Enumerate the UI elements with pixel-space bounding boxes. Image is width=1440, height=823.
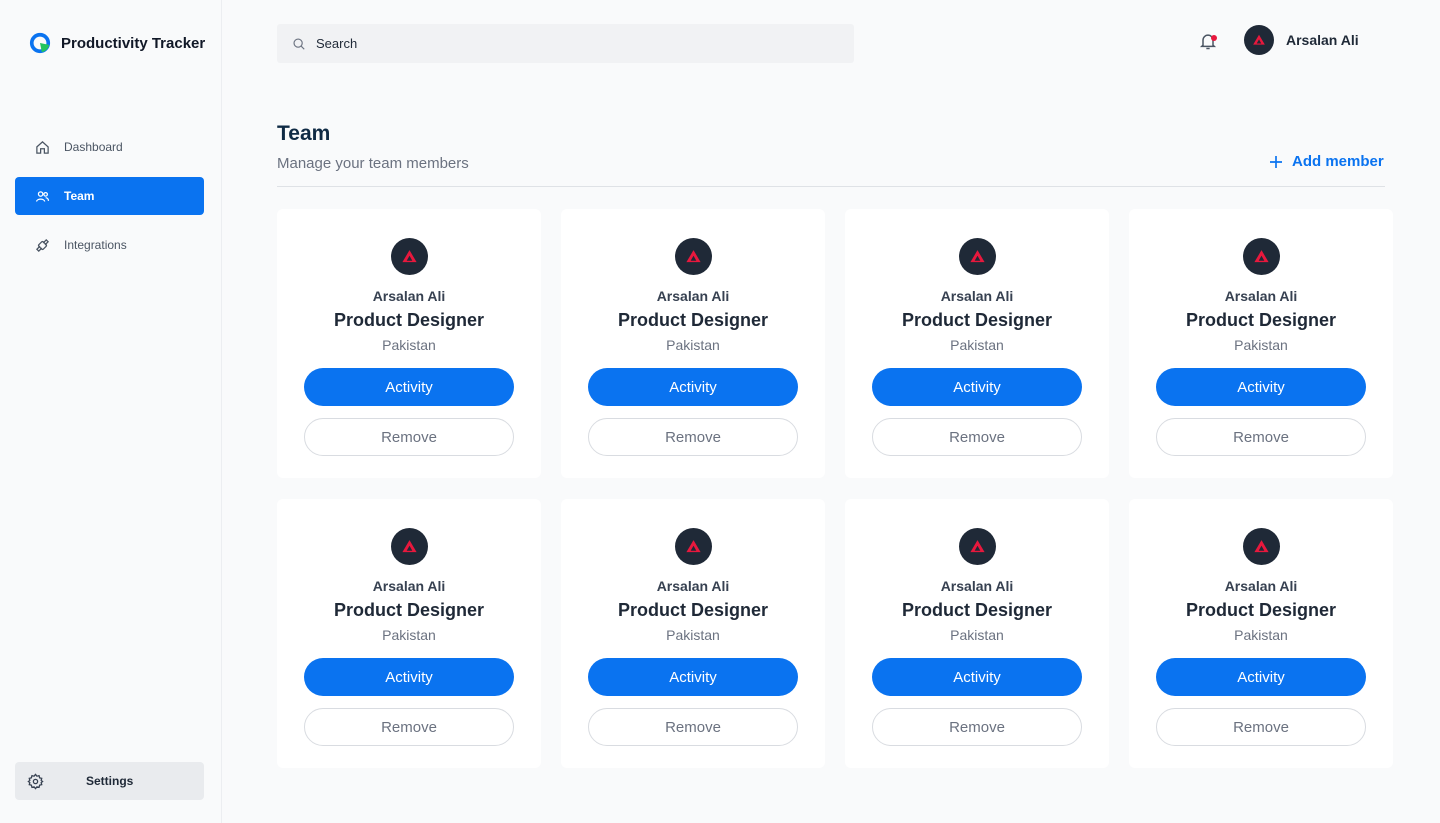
integrations-icon	[35, 238, 50, 252]
avatar	[1242, 238, 1280, 275]
home-icon	[36, 140, 49, 154]
activity-button[interactable]: Activity	[588, 368, 798, 406]
activity-button[interactable]: Activity	[872, 658, 1082, 696]
avatar	[390, 528, 428, 565]
header-divider	[277, 186, 1385, 187]
member-role: Product Designer	[901, 600, 1053, 620]
brand-logo-icon	[401, 250, 417, 263]
member-card: Arsalan Ali Product Designer Pakistan Ac…	[561, 209, 825, 478]
remove-button[interactable]: Remove	[872, 708, 1082, 746]
brand-logo-icon	[1253, 34, 1265, 45]
settings-button[interactable]: Settings	[15, 762, 204, 800]
member-card: Arsalan Ali Product Designer Pakistan Ac…	[845, 209, 1109, 478]
sidebar: Productivity Tracker Dashboard Team Inte…	[0, 0, 222, 823]
page-title: Team	[277, 122, 331, 145]
bell-icon[interactable]	[1198, 31, 1218, 51]
settings-label: Settings	[86, 774, 134, 788]
brand-logo-icon	[685, 250, 701, 263]
sidebar-item-dashboard[interactable]: Dashboard	[15, 128, 204, 166]
member-card: Arsalan Ali Product Designer Pakistan Ac…	[1129, 499, 1393, 768]
brand-logo-icon	[969, 540, 985, 553]
remove-button[interactable]: Remove	[872, 418, 1082, 456]
activity-button[interactable]: Activity	[1156, 658, 1366, 696]
remove-button[interactable]: Remove	[304, 708, 514, 746]
app-name: Productivity Tracker	[61, 34, 206, 52]
remove-button[interactable]: Remove	[304, 418, 514, 456]
member-name: Arsalan Ali	[656, 578, 730, 594]
member-card: Arsalan Ali Product Designer Pakistan Ac…	[561, 499, 825, 768]
sidebar-item-label: Team	[64, 189, 95, 203]
member-role: Product Designer	[617, 600, 769, 620]
avatar	[390, 238, 428, 275]
team-icon	[35, 190, 50, 202]
search-input[interactable]: Search	[277, 24, 854, 63]
brand-logo-icon	[969, 250, 985, 263]
remove-button[interactable]: Remove	[1156, 418, 1366, 456]
brand-logo-icon	[1253, 540, 1269, 553]
member-role: Product Designer	[1185, 600, 1337, 620]
member-name: Arsalan Ali	[940, 288, 1014, 304]
add-member-label: Add member	[1292, 153, 1384, 170]
avatar	[958, 238, 996, 275]
member-name: Arsalan Ali	[372, 578, 446, 594]
search-icon	[293, 37, 305, 50]
member-country: Pakistan	[666, 627, 720, 643]
member-name: Arsalan Ali	[940, 578, 1014, 594]
avatar	[674, 528, 712, 565]
avatar	[1242, 528, 1280, 565]
avatar	[958, 528, 996, 565]
member-name: Arsalan Ali	[656, 288, 730, 304]
member-country: Pakistan	[950, 337, 1004, 353]
remove-button[interactable]: Remove	[1156, 708, 1366, 746]
user-name: Arsalan Ali	[1286, 32, 1359, 48]
member-country: Pakistan	[382, 337, 436, 353]
member-card: Arsalan Ali Product Designer Pakistan Ac…	[277, 499, 541, 768]
member-country: Pakistan	[666, 337, 720, 353]
notification-dot	[1211, 35, 1217, 41]
member-country: Pakistan	[950, 627, 1004, 643]
member-name: Arsalan Ali	[1224, 288, 1298, 304]
activity-button[interactable]: Activity	[304, 368, 514, 406]
remove-button[interactable]: Remove	[588, 418, 798, 456]
page-subtitle: Manage your team members	[277, 155, 469, 172]
sidebar-item-team[interactable]: Team	[15, 177, 204, 215]
user-profile[interactable]: Arsalan Ali	[1244, 25, 1359, 55]
activity-button[interactable]: Activity	[588, 658, 798, 696]
member-role: Product Designer	[617, 310, 769, 330]
member-country: Pakistan	[1234, 627, 1288, 643]
member-card: Arsalan Ali Product Designer Pakistan Ac…	[845, 499, 1109, 768]
member-name: Arsalan Ali	[372, 288, 446, 304]
remove-button[interactable]: Remove	[588, 708, 798, 746]
sidebar-nav: Dashboard Team Integrations	[15, 128, 204, 275]
plus-icon	[1270, 155, 1282, 168]
add-member-button[interactable]: Add member	[1268, 153, 1384, 170]
member-role: Product Designer	[1185, 310, 1337, 330]
avatar	[674, 238, 712, 275]
member-country: Pakistan	[1234, 337, 1288, 353]
member-card: Arsalan Ali Product Designer Pakistan Ac…	[277, 209, 541, 478]
member-country: Pakistan	[382, 627, 436, 643]
avatar	[1244, 25, 1274, 55]
team-grid: Arsalan Ali Product Designer Pakistan Ac…	[277, 209, 1393, 768]
gear-icon	[27, 772, 44, 790]
sidebar-item-integrations[interactable]: Integrations	[15, 226, 204, 264]
member-role: Product Designer	[333, 600, 485, 620]
brand-logo-icon	[685, 540, 701, 553]
app-logo-icon	[29, 32, 51, 54]
activity-button[interactable]: Activity	[1156, 368, 1366, 406]
sidebar-item-label: Integrations	[64, 238, 127, 252]
brand-logo-icon	[401, 540, 417, 553]
member-name: Arsalan Ali	[1224, 578, 1298, 594]
activity-button[interactable]: Activity	[304, 658, 514, 696]
member-role: Product Designer	[901, 310, 1053, 330]
brand[interactable]: Productivity Tracker	[29, 32, 205, 54]
brand-logo-icon	[1253, 250, 1269, 263]
member-card: Arsalan Ali Product Designer Pakistan Ac…	[1129, 209, 1393, 478]
sidebar-item-label: Dashboard	[64, 140, 123, 154]
search-placeholder: Search	[316, 36, 358, 51]
activity-button[interactable]: Activity	[872, 368, 1082, 406]
member-role: Product Designer	[333, 310, 485, 330]
